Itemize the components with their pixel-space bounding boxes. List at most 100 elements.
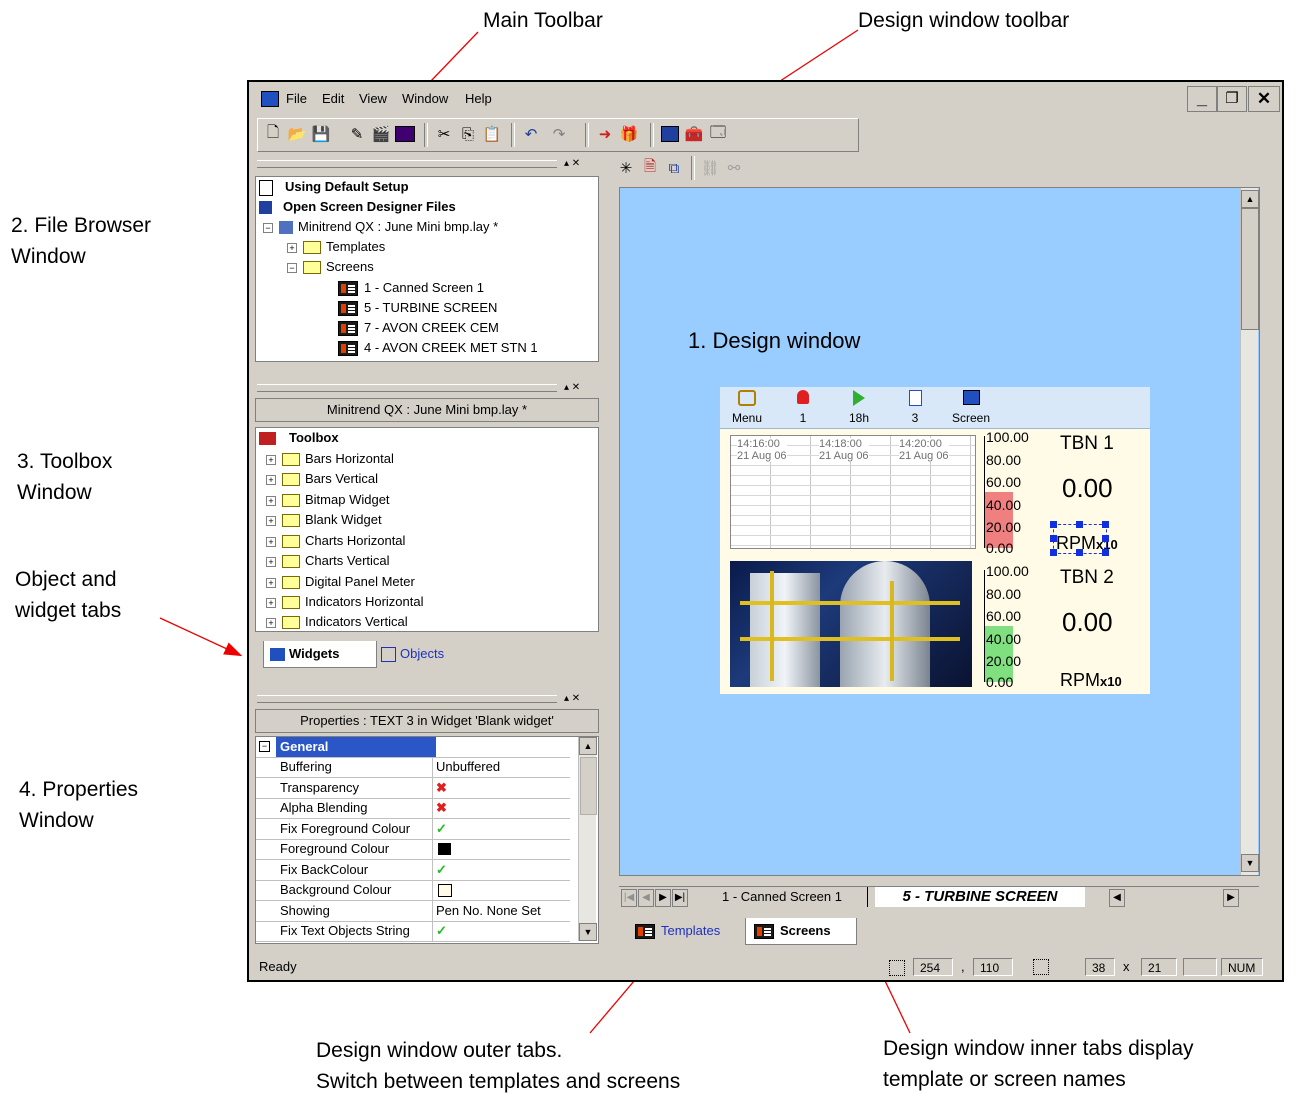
inner-tab-turbine-screen[interactable]: 5 - TURBINE SCREEN [875,887,1085,907]
check-icon[interactable]: ✓ [436,819,447,839]
gift-icon[interactable]: 🎁 [618,123,640,145]
tree-item-screen-5[interactable]: 5 - TURBINE SCREEN [338,298,497,318]
check-icon[interactable]: ✓ [436,921,447,941]
check-icon[interactable]: ✓ [436,860,447,880]
property-row[interactable]: Transparency ✖ [256,778,570,799]
tree-item-screen-4[interactable]: 4 - AVON CREEK MET STN 1 [338,338,538,358]
tab-next-icon[interactable]: ▶ [655,889,671,907]
bar-scale-2[interactable]: 100.00 80.00 60.00 40.00 20.00 0.00 [980,564,1038,689]
trend-chart[interactable]: 14:16:00 21 Aug 06 14:18:00 21 Aug 06 14:2… [730,435,976,549]
tree-item-screen-1[interactable]: 1 - Canned Screen 1 [338,278,484,298]
scroll-thumb[interactable] [1241,208,1259,330]
outer-tab-screens[interactable]: Screens [745,918,857,945]
property-group[interactable]: − General [256,737,570,758]
scroll-down-icon[interactable]: ▼ [579,923,597,941]
toolbox-item[interactable]: + Indicators Horizontal [266,592,424,612]
toolbox-item[interactable]: + Indicators Vertical [266,612,408,632]
panel-grip[interactable] [257,695,557,703]
property-value[interactable]: Pen No. None Set [436,901,541,921]
panel-grip[interactable] [257,160,557,168]
copy-icon[interactable]: ⎘ [457,123,479,145]
new-file-icon[interactable]: 🗋 [262,123,284,145]
toolbox-icon[interactable]: 🧰 [683,123,705,145]
widget-list-button[interactable]: 3 [892,389,938,426]
tab-objects[interactable]: Objects [377,641,469,667]
toolbox-item[interactable]: + Blank Widget [266,510,382,530]
toolbox-item[interactable]: + Charts Horizontal [266,531,405,551]
property-row[interactable]: Background Colour [256,880,570,901]
toolbox-item[interactable]: + Bars Horizontal [266,449,394,469]
undo-icon[interactable]: ↶ [520,123,542,145]
minimize-button[interactable]: _ [1187,86,1217,112]
open-folder-icon[interactable]: 📂 [286,123,308,145]
property-value[interactable]: Unbuffered [436,757,500,777]
file-browser-icon[interactable] [659,123,681,145]
scroll-thumb[interactable] [580,757,597,815]
menu-edit[interactable]: Edit [322,91,344,106]
paste-icon[interactable]: 📋 [481,123,503,145]
menu-view[interactable]: View [359,91,387,106]
scroll-up-icon[interactable]: ▲ [1241,190,1259,208]
properties-icon[interactable]: 🗔 [707,123,729,145]
cross-icon[interactable]: ✖ [436,798,447,818]
tree-item-open-files[interactable]: Open Screen Designer Files [259,197,456,217]
transfer-icon[interactable]: ➜ [594,123,616,145]
widget-alarm-button[interactable]: 1 [780,389,826,426]
toolbox-item[interactable]: + Bitmap Widget [266,490,390,510]
screen-icon[interactable] [394,123,416,145]
tree-item-screen-7[interactable]: 7 - AVON CREEK CEM [338,318,499,338]
save-icon[interactable]: 💾 [310,123,332,145]
clapper-icon[interactable]: 🎬 [370,123,392,145]
color-swatch-black[interactable] [438,843,451,855]
delete-screen-icon[interactable]: 🗎 [639,157,661,179]
toolbox-item[interactable]: + Charts Vertical [266,551,390,571]
tree-item-layout-file[interactable]: − Minitrend QX : June Mini bmp.lay * [263,217,498,237]
toolbox-item[interactable]: + Digital Panel Meter [266,572,415,592]
tab-first-icon[interactable]: |◀ [621,889,637,907]
tab-last-icon[interactable]: ▶| [672,889,688,907]
property-row[interactable]: Showing Pen No. None Set [256,901,570,922]
restore-button[interactable]: ❐ [1217,86,1247,112]
new-screen-icon[interactable]: ✳ [615,157,637,179]
widget-menu-button[interactable]: Menu [724,389,770,426]
property-row[interactable]: Alpha Blending ✖ [256,798,570,819]
tab-prev-icon[interactable]: ◀ [638,889,654,907]
menu-window[interactable]: Window [402,91,448,106]
hscroll-left-icon[interactable]: ◀ [1109,889,1125,907]
copy-screen-icon[interactable]: ⧉ [663,157,685,179]
selection-box[interactable] [1050,521,1109,556]
scroll-down-icon[interactable]: ▼ [1241,854,1259,872]
cut-icon[interactable]: ✂ [433,123,455,145]
properties-scrollbar[interactable]: ▲ ▼ [578,737,597,941]
tbn2-unit[interactable]: RPMx10 [1060,670,1122,691]
hscroll-right-icon[interactable]: ▶ [1223,889,1239,907]
menu-file[interactable]: File [286,91,307,106]
panel-controls[interactable]: ▴ ✕ [564,158,580,169]
property-row[interactable]: Fix BackColour ✓ [256,860,570,881]
scroll-up-icon[interactable]: ▲ [579,737,597,755]
property-row[interactable]: Buffering Unbuffered [256,757,570,778]
panel-controls[interactable]: ▴ ✕ [564,693,580,704]
tree-item-screens[interactable]: − Screens [287,257,374,277]
property-row[interactable]: Fix Foreground Colour ✓ [256,819,570,840]
turbine-photo[interactable] [730,561,972,687]
tree-item-default-setup[interactable]: Using Default Setup [259,177,409,197]
edit-screen-icon[interactable]: ✎ [346,123,368,145]
color-swatch-cream[interactable] [438,884,452,897]
panel-controls[interactable]: ▴ ✕ [564,382,580,393]
widget-screen-button[interactable]: Screen [948,389,994,426]
outer-tab-templates[interactable]: Templates [629,918,739,944]
screen-widget[interactable]: Menu 1 18h 3 Screen 14:16:00 21 Aug 06 14… [720,387,1150,694]
menu-help[interactable]: Help [465,91,492,106]
toolbox-root[interactable]: Toolbox [259,428,339,448]
panel-grip[interactable] [257,384,557,392]
tab-widgets[interactable]: Widgets [263,641,377,668]
tree-item-templates[interactable]: + Templates [287,237,385,257]
widget-play-button[interactable]: 18h [836,389,882,426]
property-row[interactable]: Fix Text Objects String ✓ [256,921,570,942]
design-window[interactable]: 1. Design window Menu 1 18h 3 Screen 14:… [619,187,1260,876]
property-row[interactable]: Foreground Colour [256,839,570,860]
bar-scale-1[interactable]: 100.00 80.00 60.00 40.00 20.00 0.00 [980,430,1038,555]
close-button[interactable]: ✕ [1248,86,1280,112]
inner-tab-canned-screen[interactable]: 1 - Canned Screen 1 [697,887,868,907]
